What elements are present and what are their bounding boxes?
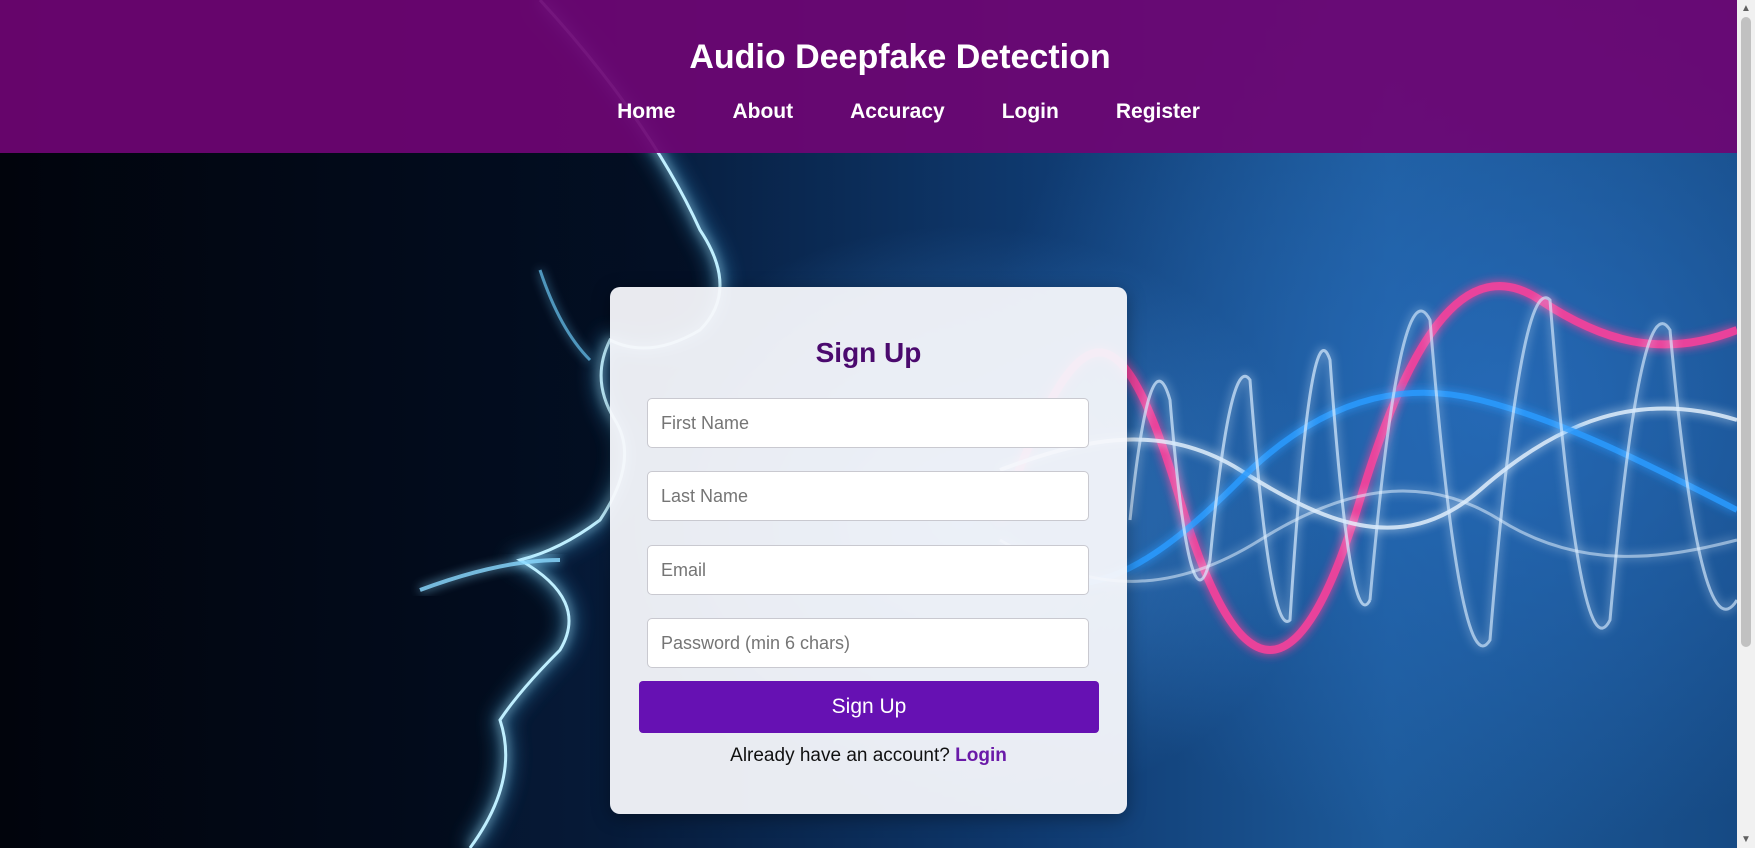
nav-register[interactable]: Register [1116,100,1200,124]
page: Audio Deepfake Detection Home About Accu… [0,0,1755,848]
main-nav: Home About Accuracy Login Register [0,100,1737,124]
signup-button[interactable]: Sign Up [639,681,1099,733]
scroll-down-arrow-icon[interactable]: ▼ [1737,831,1755,848]
nav-about[interactable]: About [732,100,793,124]
site-header: Audio Deepfake Detection Home About Accu… [0,0,1737,153]
scroll-up-arrow-icon[interactable]: ▲ [1737,0,1755,17]
login-prompt-text: Already have an account? [730,745,950,766]
login-prompt-line: Already have an account? Login [610,745,1127,767]
site-title: Audio Deepfake Detection [689,38,1111,76]
nav-login[interactable]: Login [1002,100,1059,124]
email-input[interactable] [647,545,1089,595]
nav-home[interactable]: Home [617,100,675,124]
password-input[interactable] [647,618,1089,668]
signup-title: Sign Up [815,337,922,368]
nav-accuracy[interactable]: Accuracy [850,100,945,124]
vertical-scrollbar[interactable]: ▲ ▼ [1737,0,1755,848]
last-name-input[interactable] [647,471,1089,521]
scroll-thumb[interactable] [1741,17,1751,647]
signup-card: Sign Up Sign Up Already have an account?… [610,287,1127,814]
login-link[interactable]: Login [955,745,1007,766]
first-name-input[interactable] [647,398,1089,448]
